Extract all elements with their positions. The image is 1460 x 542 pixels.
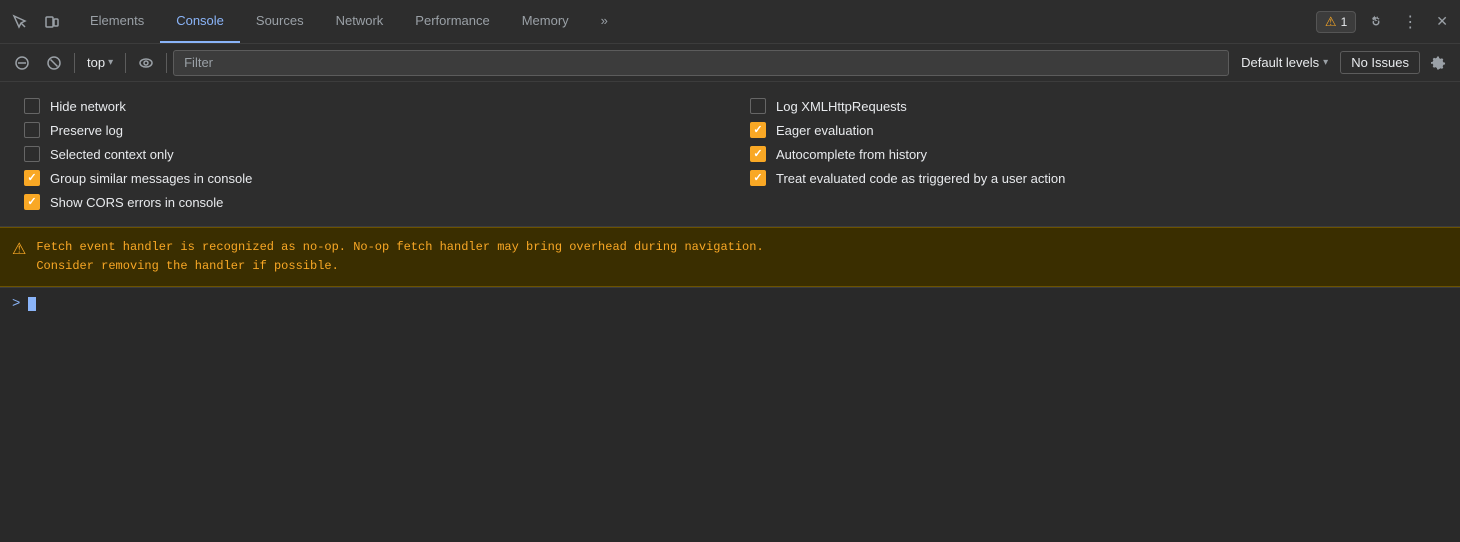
- clear-console-icon[interactable]: [8, 52, 36, 74]
- device-toggle-icon[interactable]: [38, 10, 66, 34]
- settings-right-column: Log XMLHttpRequests Eager evaluation Aut…: [750, 94, 1436, 214]
- toolbar-divider3: [166, 53, 167, 73]
- show-cors-checkbox[interactable]: [24, 194, 40, 210]
- tab-more[interactable]: »: [585, 0, 624, 43]
- eager-eval-row: Eager evaluation: [750, 118, 1436, 142]
- log-xml-row: Log XMLHttpRequests: [750, 94, 1436, 118]
- hide-network-checkbox[interactable]: [24, 98, 40, 114]
- warning-icon: ⚠: [1325, 14, 1337, 30]
- tabs: Elements Console Sources Network Perform…: [74, 0, 1316, 43]
- close-devtools-icon[interactable]: ✕: [1430, 9, 1454, 34]
- log-xml-checkbox[interactable]: [750, 98, 766, 114]
- console-cursor: [28, 297, 36, 311]
- context-dropdown-arrow: ▾: [108, 57, 113, 68]
- eager-eval-label[interactable]: Eager evaluation: [776, 123, 874, 138]
- treat-evaluated-checkbox[interactable]: [750, 170, 766, 186]
- tab-bar: Elements Console Sources Network Perform…: [0, 0, 1460, 44]
- toolbar-divider: [74, 53, 75, 73]
- filter-input[interactable]: [173, 50, 1229, 76]
- console-input-area: >: [0, 287, 1460, 320]
- warning-badge[interactable]: ⚠ 1: [1316, 11, 1356, 33]
- eager-eval-checkbox[interactable]: [750, 122, 766, 138]
- tab-network[interactable]: Network: [320, 0, 400, 43]
- warning-triangle-icon: ⚠: [12, 239, 26, 259]
- devtools-icons: [6, 10, 66, 34]
- warning-line1: Fetch event handler is recognized as no-…: [36, 238, 763, 257]
- toolbar-divider2: [125, 53, 126, 73]
- log-xml-label[interactable]: Log XMLHttpRequests: [776, 99, 907, 114]
- warning-text: Fetch event handler is recognized as no-…: [36, 238, 763, 276]
- show-cors-label[interactable]: Show CORS errors in console: [50, 195, 223, 210]
- preserve-log-row: Preserve log: [24, 118, 710, 142]
- more-options-icon[interactable]: ⋮: [1396, 8, 1424, 36]
- console-toolbar: top ▾ Default levels ▾ No Issues: [0, 44, 1460, 82]
- autocomplete-label[interactable]: Autocomplete from history: [776, 147, 927, 162]
- preserve-log-checkbox[interactable]: [24, 122, 40, 138]
- show-cors-row: Show CORS errors in console: [24, 190, 710, 214]
- no-issues-button[interactable]: No Issues: [1340, 51, 1420, 74]
- warning-message: ⚠ Fetch event handler is recognized as n…: [0, 227, 1460, 287]
- log-levels-button[interactable]: Default levels ▾: [1233, 52, 1336, 73]
- tab-console[interactable]: Console: [160, 0, 240, 43]
- autocomplete-checkbox[interactable]: [750, 146, 766, 162]
- group-similar-row: Group similar messages in console: [24, 166, 710, 190]
- settings-left-column: Hide network Preserve log Selected conte…: [24, 94, 710, 214]
- hide-network-label[interactable]: Hide network: [50, 99, 126, 114]
- hide-network-row: Hide network: [24, 94, 710, 118]
- tab-memory[interactable]: Memory: [506, 0, 585, 43]
- warning-line2: Consider removing the handler if possibl…: [36, 257, 763, 276]
- tab-sources[interactable]: Sources: [240, 0, 320, 43]
- cursor-icon[interactable]: [6, 10, 34, 34]
- console-settings-icon[interactable]: [1424, 51, 1452, 75]
- group-similar-label[interactable]: Group similar messages in console: [50, 171, 252, 186]
- eye-icon[interactable]: [132, 52, 160, 74]
- tab-performance[interactable]: Performance: [399, 0, 505, 43]
- selected-context-label[interactable]: Selected context only: [50, 147, 174, 162]
- tab-elements[interactable]: Elements: [74, 0, 160, 43]
- stop-icon[interactable]: [40, 52, 68, 74]
- autocomplete-row: Autocomplete from history: [750, 142, 1436, 166]
- preserve-log-label[interactable]: Preserve log: [50, 123, 123, 138]
- selected-context-checkbox[interactable]: [24, 146, 40, 162]
- console-settings-panel: Hide network Preserve log Selected conte…: [0, 82, 1460, 227]
- warning-count: 1: [1341, 15, 1348, 29]
- log-levels-label: Default levels: [1241, 55, 1319, 70]
- settings-grid: Hide network Preserve log Selected conte…: [24, 94, 1436, 214]
- context-selector[interactable]: top ▾: [81, 52, 119, 73]
- levels-dropdown-arrow: ▾: [1323, 57, 1328, 68]
- treat-evaluated-row: Treat evaluated code as triggered by a u…: [750, 166, 1436, 190]
- no-issues-label: No Issues: [1351, 55, 1409, 70]
- tab-right-actions: ⚠ 1 ⋮ ✕: [1316, 8, 1454, 36]
- settings-icon[interactable]: [1362, 10, 1390, 34]
- selected-context-row: Selected context only: [24, 142, 710, 166]
- group-similar-checkbox[interactable]: [24, 170, 40, 186]
- console-prompt: >: [12, 296, 20, 312]
- context-label: top: [87, 55, 105, 70]
- treat-evaluated-label[interactable]: Treat evaluated code as triggered by a u…: [776, 171, 1065, 186]
